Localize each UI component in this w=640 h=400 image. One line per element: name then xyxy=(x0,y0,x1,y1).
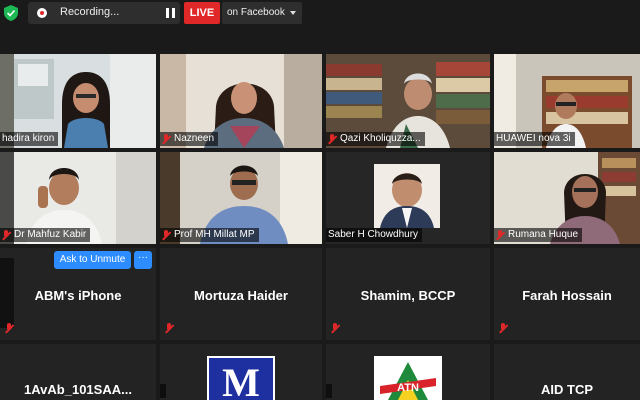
video-tile[interactable]: Dr Mahfuz Kabir xyxy=(0,152,156,244)
participant-name-tag xyxy=(160,384,166,398)
mic-muted-icon xyxy=(328,133,337,145)
video-tile[interactable]: Prof MH Millat MP xyxy=(160,152,322,244)
video-tile[interactable]: AID TCP xyxy=(494,344,640,400)
mic-muted-icon xyxy=(165,323,174,334)
participant-name-tag: hadira kiron xyxy=(0,132,59,146)
participant-name-tag: Qazi Kholiquzza... xyxy=(326,132,425,146)
video-tile[interactable]: Qazi Kholiquzza... xyxy=(326,54,490,148)
mic-muted-icon xyxy=(496,229,505,241)
participant-name-tag: Rumana Huque xyxy=(494,228,583,242)
video-tile[interactable]: HUAWEI nova 3i xyxy=(494,54,640,148)
participant-name: Mortuza Haider xyxy=(194,288,288,303)
participant-name: Shamim, BCCP xyxy=(360,288,456,303)
mic-muted-icon xyxy=(162,229,171,241)
record-icon xyxy=(37,8,47,18)
mic-muted-icon xyxy=(499,323,508,334)
participant-name: AID TCP xyxy=(541,382,593,397)
participant-name-tag: Prof MH Millat MP xyxy=(160,228,259,242)
participant-photo xyxy=(374,164,440,228)
stream-target-label: on Facebook xyxy=(227,7,285,18)
video-tile[interactable]: hadira kiron xyxy=(0,54,156,148)
recording-label: Recording... xyxy=(60,6,120,18)
participant-name: 1AvAb_101SAA... xyxy=(24,382,132,397)
video-tile[interactable]: Farah Hossain xyxy=(494,248,640,340)
chevron-down-icon xyxy=(290,11,296,15)
video-tile[interactable]: Shamim, BCCP xyxy=(326,248,490,340)
more-options-button[interactable]: ··· xyxy=(134,251,152,269)
video-tile[interactable]: 1AvAb_101SAA... xyxy=(0,344,156,400)
participant-name: ABM's iPhone xyxy=(34,288,122,303)
ask-to-unmute-button[interactable]: Ask to Unmute xyxy=(54,251,131,269)
atn-logo: ATN xyxy=(374,356,442,400)
video-tile[interactable]: Mortuza Haider xyxy=(160,248,322,340)
video-tile[interactable]: Rumana Huque xyxy=(494,152,640,244)
recording-indicator: Recording... xyxy=(28,2,197,24)
participant-name-tag: Dr Mahfuz Kabir xyxy=(0,228,91,242)
meeting-top-bar: Recording... LIVE on Facebook xyxy=(0,0,640,26)
svg-text:ATN: ATN xyxy=(397,382,419,394)
shield-check-icon[interactable] xyxy=(4,5,18,21)
mic-muted-icon xyxy=(5,323,14,334)
video-tile[interactable]: ATN xyxy=(326,344,490,400)
video-tile[interactable]: Saber H Chowdhury xyxy=(326,152,490,244)
mic-muted-icon xyxy=(2,229,11,241)
pause-icon[interactable] xyxy=(166,8,176,18)
video-tile[interactable]: M xyxy=(160,344,322,400)
video-tile[interactable]: Nazneen xyxy=(160,54,322,148)
live-badge[interactable]: LIVE xyxy=(184,2,220,24)
participant-name-tag: Saber H Chowdhury xyxy=(326,228,423,242)
m-logo: M xyxy=(207,356,275,400)
participant-name-tag: HUAWEI nova 3i xyxy=(494,132,575,146)
mic-muted-icon xyxy=(162,133,171,145)
stream-target-dropdown[interactable]: on Facebook xyxy=(222,2,302,24)
participant-name-tag: Nazneen xyxy=(160,132,219,146)
participant-name: Farah Hossain xyxy=(522,288,612,303)
participant-name-tag xyxy=(326,384,332,398)
mic-muted-icon xyxy=(331,323,340,334)
